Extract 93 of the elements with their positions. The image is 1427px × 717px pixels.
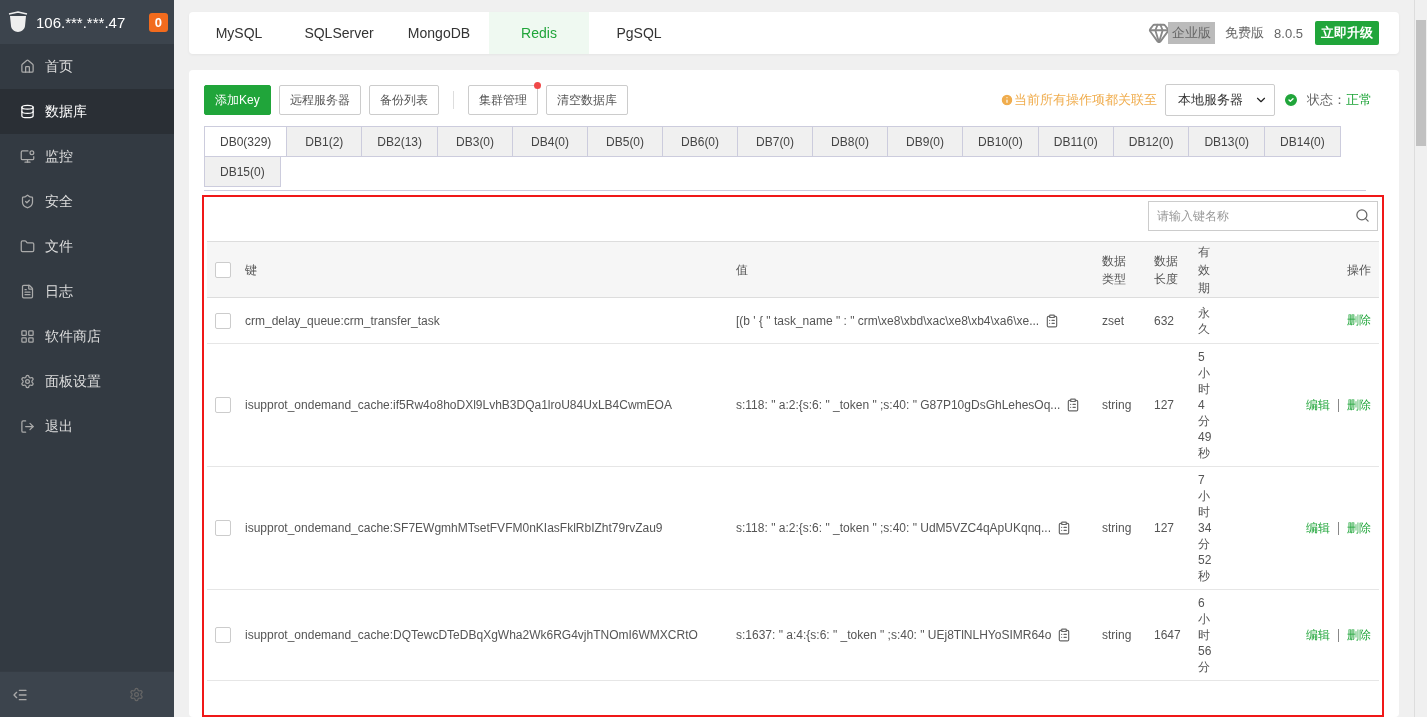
select-all-checkbox[interactable] [215,261,231,278]
database-tab[interactable]: DB3(0) [437,126,514,157]
database-tab[interactable]: DB5(0) [587,126,664,157]
check-circle-icon [1283,92,1299,108]
column-header: 数据长度 [1154,252,1179,288]
column-header: 有效期 [1198,243,1211,297]
column-header: 键 [245,261,257,279]
logout-icon [20,419,35,434]
value-cell: s:118: " a:2:{s:6: " _token " ;s:40: " G87P10gDsGhLehesOq... [736,398,1061,412]
scrollbar-thumb[interactable] [1416,20,1426,146]
database-tab[interactable]: DB11(0) [1037,126,1114,157]
folder-icon [20,239,35,254]
copy-icon[interactable] [1045,313,1060,328]
sidebar-item[interactable]: 日志 [0,269,174,314]
database-type-tab[interactable]: PgSQL [589,12,689,54]
column-header: 数据类型 [1102,252,1127,288]
settings-icon[interactable] [129,687,144,702]
status-value: 正常 [1346,91,1372,109]
database-tab[interactable]: DB12(0) [1112,126,1190,157]
toolbar-button[interactable]: 集群管理 [467,85,538,115]
monitor-icon [20,149,35,164]
toolbar-button[interactable]: 清空数据库 [545,85,628,115]
value-cell: s:118: " a:2:{s:6: " _token " ;s:40: " UdM5VZC4qApUKqnq... [736,521,1051,535]
version-label: 8.0.5 [1274,25,1303,41]
copy-icon[interactable] [1066,398,1081,412]
value-cell: s:1637: " a:4:{s:6: " _token " ;s:40: " UEj8TlNLHYoSIMR64o [736,628,1052,642]
value-cell: [(b ' { " task_name " : " crm\xe8\xbd\xac\xe8\xb4\xa6\xe... [736,313,1040,328]
expiry-cell-text: 永久 [1198,304,1211,337]
sidebar-item[interactable]: 退出 [0,404,174,449]
sidebar-item[interactable]: 面板设置 [0,359,174,404]
search-icon[interactable] [1355,208,1370,223]
database-type-tab[interactable]: MongoDB [389,12,489,54]
length-cell-text: 127 [1154,398,1176,412]
database-tab[interactable]: DB14(0) [1264,126,1341,157]
sidebar-item[interactable]: 文件 [0,224,174,269]
type-cell-text: zset [1102,313,1125,328]
database-tab[interactable]: DB13(0) [1188,126,1266,157]
toolbar-button[interactable]: 备份列表 [368,85,439,115]
length-cell-text: 1647 [1154,628,1182,642]
store-icon [20,329,35,344]
database-tab[interactable]: DB6(0) [662,126,739,157]
server-host: 106.***.***.47 [36,13,127,31]
diamond-icon [1148,22,1171,44]
key-cell-text: isupprot_ondemand_cache:DQTewcDTeDBqXgWha2Wk6RG4vjhTNOmI6WMXCRtO [245,628,699,642]
toolbar-button[interactable]: 远程服务器 [278,85,361,115]
database-tab[interactable]: DB0(329) [204,126,288,157]
database-tab[interactable]: DB15(0) [204,156,281,187]
notice-text: 当前所有操作项都关联至 [1014,91,1157,109]
free-edition-label: 免费版 [1225,24,1265,42]
copy-icon[interactable] [1057,628,1072,642]
info-icon [1000,93,1014,107]
type-cell-text: string [1102,398,1133,412]
sidebar-item[interactable]: 安全 [0,179,174,224]
column-header: 操作 [1347,261,1372,279]
server-select[interactable]: 本地服务器 [1165,84,1275,116]
database-tab[interactable]: DB1(2) [286,126,363,157]
status-label: 状态： [1307,91,1346,109]
database-tab[interactable]: DB9(0) [887,126,964,157]
home-icon [20,59,35,74]
database-icon [20,104,35,119]
database-tab[interactable]: DB4(0) [512,126,589,157]
expiry-cell-text: 6小时56分 [1198,595,1213,675]
database-tab[interactable]: DB10(0) [962,126,1039,157]
length-cell-text: 127 [1154,521,1176,535]
shield-icon [20,194,35,209]
row-checkbox[interactable] [215,627,231,643]
sidebar-item[interactable]: 数据库 [0,89,174,134]
search-field[interactable]: 请输入键名称 [1148,201,1378,231]
shield-logo-icon [8,11,28,33]
sidebar-item[interactable]: 首页 [0,44,174,89]
scrollbar[interactable] [1414,0,1427,717]
sidebar-item[interactable]: 软件商店 [0,314,174,359]
log-icon [20,284,35,299]
length-cell-text: 632 [1154,313,1176,328]
column-header: 值 [736,261,748,279]
expiry-cell-text: 7小时34分52秒 [1198,472,1213,584]
sidebar-item[interactable]: 监控 [0,134,174,179]
key-cell-text: isupprot_ondemand_cache:if5Rw4o8hoDXl9LvhB3DQa1lroU84UxLB4CwmEOA [245,398,673,412]
database-tab[interactable]: DB8(0) [812,126,889,157]
row-checkbox[interactable] [215,312,231,329]
row-checkbox[interactable] [215,397,231,413]
type-cell-text: string [1102,521,1133,535]
database-tab[interactable]: DB2(13) [361,126,439,157]
database-tab[interactable]: DB7(0) [737,126,814,157]
database-type-tab[interactable]: MySQL [189,12,289,54]
settings-icon [20,374,35,389]
expiry-cell-text: 5小时4分49秒 [1198,349,1213,461]
type-cell-text: string [1102,628,1133,642]
key-cell-text: crm_delay_queue:crm_transfer_task [245,313,441,328]
key-cell-text: isupprot_ondemand_cache:SF7EWgmhMTsetFVFM0nKIasFklRbIZht79rvZau9 [245,521,664,535]
database-type-tab[interactable]: SQLServer [289,12,389,54]
copy-icon[interactable] [1057,521,1071,535]
row-checkbox[interactable] [215,520,231,536]
